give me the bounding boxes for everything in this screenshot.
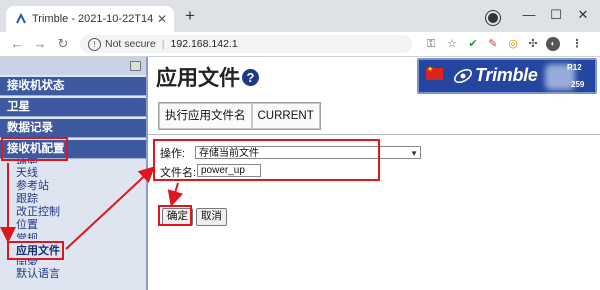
key-icon[interactable]: ⚿ xyxy=(424,37,438,51)
tab-strip: Trimble - 2021-10-22T14:22:10Z ✕ + — ☐ ✕ xyxy=(0,0,600,32)
browser-toolbar: ← → ↻ ! Not secure | 192.168.142.1 ⚿ ☆ ✔… xyxy=(0,32,600,57)
star-icon[interactable]: ☆ xyxy=(445,37,459,51)
sidebar-sub-general[interactable]: 常规 xyxy=(16,233,38,239)
sidebar-sub-reference-station[interactable]: 参考站 xyxy=(16,180,49,192)
annotation-box-form xyxy=(153,139,380,181)
annotation-box-ok xyxy=(158,205,192,226)
url-text: 192.168.142.1 xyxy=(170,38,238,50)
circle-extension-icon[interactable]: ◎ xyxy=(506,37,520,51)
receiver-web-page: 接收机状态 卫星 数据记录 接收机配置 摘要 天线 参考站 跟踪 改正控制 位置… xyxy=(0,57,600,290)
reload-icon[interactable]: ↻ xyxy=(54,35,72,53)
check-extension-icon[interactable]: ✔ xyxy=(466,37,480,51)
cancel-button[interactable]: 取消 xyxy=(196,208,227,226)
trimble-logo-banner: Trimble R12 259 xyxy=(417,58,597,94)
warning-icon: ! xyxy=(88,37,101,51)
pin-extension-icon[interactable]: ✎ xyxy=(486,37,500,51)
sidebar-sub-tracking[interactable]: 跟踪 xyxy=(16,193,38,205)
arrow-right-icon[interactable]: → xyxy=(31,35,49,53)
trimble-globe-icon xyxy=(454,68,472,84)
china-flag-icon xyxy=(426,65,443,80)
logo-model-text: R12 xyxy=(567,63,582,72)
arrow-to-ok xyxy=(167,182,184,207)
sidebar-sub-correction-control[interactable]: 改正控制 xyxy=(16,206,60,218)
annotation-box-receiver-config xyxy=(1,137,68,161)
minimize-button[interactable]: — xyxy=(518,5,540,25)
sidebar-sub-position[interactable]: 位置 xyxy=(16,219,38,231)
divider xyxy=(148,134,600,135)
new-tab-button[interactable]: + xyxy=(180,6,200,26)
menu-icon[interactable]: ⋮ xyxy=(570,37,584,51)
current-app-file-table: 执行应用文件名 CURRENT xyxy=(158,102,321,130)
not-secure-label: Not secure xyxy=(105,38,156,50)
sidebar-item-data-logging[interactable]: 数据记录 xyxy=(0,119,146,138)
puzzle-icon[interactable]: ✣ xyxy=(526,37,540,51)
avatar[interactable]: ◐ xyxy=(546,37,560,51)
sidebar-sub-antenna[interactable]: 天线 xyxy=(16,167,38,179)
logo-brand-text: Trimble xyxy=(475,65,538,85)
close-window-button[interactable]: ✕ xyxy=(572,5,594,25)
arrow-left-icon[interactable]: ← xyxy=(8,35,26,53)
page-title-text: 应用文件 xyxy=(156,67,240,90)
sidebar-item-satellites[interactable]: 卫星 xyxy=(0,98,146,117)
sidebar-top-bar xyxy=(0,57,146,75)
maximize-button[interactable]: ☐ xyxy=(545,5,567,25)
logo-serial-text: 259 xyxy=(571,80,585,89)
browser-tab[interactable]: Trimble - 2021-10-22T14:22:10Z ✕ xyxy=(6,6,174,32)
address-bar[interactable]: ! Not secure | 192.168.142.1 xyxy=(80,35,412,53)
page-title: 应用文件? xyxy=(156,62,259,92)
chevron-down-icon: ▼ xyxy=(410,149,418,158)
sidebar-item-receiver-status[interactable]: 接收机状态 xyxy=(0,77,146,96)
help-icon[interactable]: ? xyxy=(242,69,259,86)
tab-title: Trimble - 2021-10-22T14:22:10Z xyxy=(32,13,154,25)
table-value-current: CURRENT xyxy=(251,103,320,129)
sidebar-sub-default-language[interactable]: 默认语言 xyxy=(16,268,60,280)
table-header-app-file: 执行应用文件名 xyxy=(159,103,252,129)
trimble-favicon-icon xyxy=(16,13,26,24)
tab-close-icon[interactable]: ✕ xyxy=(154,12,170,26)
lock-icon[interactable] xyxy=(130,61,141,71)
recording-indicator-icon xyxy=(486,11,500,25)
annotation-box-app-files xyxy=(7,241,64,260)
